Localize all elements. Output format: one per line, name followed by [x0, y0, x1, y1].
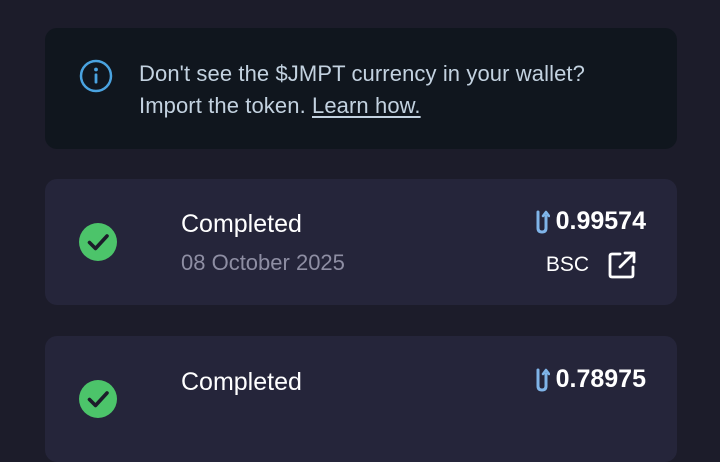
- external-link-icon[interactable]: [607, 250, 637, 280]
- transaction-status: Completed: [181, 210, 302, 238]
- transaction-card[interactable]: Completed 0.78975: [45, 336, 677, 462]
- notice-text: Don't see the $JMPT currency in your wal…: [139, 58, 659, 122]
- jmpt-token-icon: [536, 368, 550, 392]
- import-token-notice: Don't see the $JMPT currency in your wal…: [45, 28, 677, 149]
- transaction-amount: 0.78975: [534, 365, 646, 394]
- network-label: BSC: [545, 253, 589, 276]
- amount-value: 0.78975: [555, 365, 646, 393]
- notice-line-1: Don't see the $JMPT currency in your wal…: [139, 61, 585, 86]
- transaction-status: Completed: [181, 368, 302, 396]
- check-circle-icon: [79, 380, 117, 418]
- jmpt-token-icon: [536, 210, 550, 234]
- transaction-network[interactable]: BSC: [546, 250, 637, 280]
- learn-how-link[interactable]: Learn how.: [312, 93, 421, 118]
- notice-line-2: Import the token.: [139, 93, 312, 118]
- transaction-card[interactable]: Completed 08 October 2025 0.99574 BSC: [45, 179, 677, 305]
- transaction-amount: 0.99574: [534, 207, 646, 236]
- amount-value: 0.99574: [555, 207, 646, 235]
- check-circle-icon: [79, 223, 117, 261]
- info-icon: [79, 59, 113, 93]
- transaction-date: 08 October 2025: [181, 250, 345, 275]
